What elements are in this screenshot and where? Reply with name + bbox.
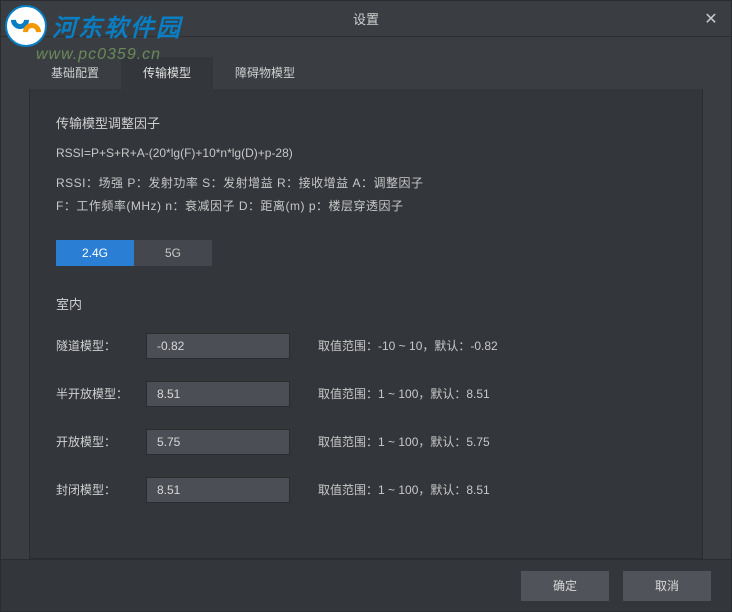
band-5g-button[interactable]: 5G — [134, 240, 212, 266]
tab-basic-config[interactable]: 基础配置 — [29, 57, 121, 89]
row-open-model: 开放模型： 取值范围：1 ~ 100，默认：5.75 — [56, 429, 676, 455]
input-open-model[interactable] — [146, 429, 290, 455]
dialog-footer: 确定 取消 — [1, 559, 731, 611]
input-tunnel-model[interactable] — [146, 333, 290, 359]
ok-button[interactable]: 确定 — [521, 571, 609, 601]
label-tunnel-model: 隧道模型： — [56, 337, 146, 354]
tabs: 基础配置 传输模型 障碍物模型 — [29, 57, 703, 89]
dialog-content: 基础配置 传输模型 障碍物模型 传输模型调整因子 RSSI=P+S+R+A-(2… — [1, 37, 731, 559]
band-toggle: 2.4G 5G — [56, 240, 676, 266]
tab-obstacle-model[interactable]: 障碍物模型 — [213, 57, 317, 89]
indoor-title: 室内 — [56, 294, 676, 313]
label-closed-model: 封闭模型： — [56, 481, 146, 498]
hint-closed-model: 取值范围：1 ~ 100，默认：8.51 — [318, 481, 490, 498]
close-button[interactable]: ✕ — [691, 1, 731, 37]
row-tunnel-model: 隧道模型： 取值范围：-10 ~ 10，默认：-0.82 — [56, 333, 676, 359]
rssi-formula: RSSI=P+S+R+A-(20*lg(F)+10*n*lg(D)+p-28) — [56, 146, 676, 160]
label-open-model: 开放模型： — [56, 433, 146, 450]
legend-line-2: F：工作频率(MHz) n：衰减因子 D：距离(m) p：楼层穿透因子 — [56, 195, 676, 218]
label-semi-open-model: 半开放模型： — [56, 385, 146, 402]
legend-line-1: RSSI：场强 P：发射功率 S：发射增益 R：接收增益 A：调整因子 — [56, 172, 676, 195]
tab-transmission-model[interactable]: 传输模型 — [121, 57, 213, 89]
input-semi-open-model[interactable] — [146, 381, 290, 407]
settings-dialog: 设置 ✕ 基础配置 传输模型 障碍物模型 传输模型调整因子 RSSI=P+S+R… — [0, 0, 732, 612]
row-closed-model: 封闭模型： 取值范围：1 ~ 100，默认：8.51 — [56, 477, 676, 503]
input-closed-model[interactable] — [146, 477, 290, 503]
titlebar: 设置 ✕ — [1, 1, 731, 37]
close-icon: ✕ — [704, 9, 717, 29]
band-2-4g-button[interactable]: 2.4G — [56, 240, 134, 266]
cancel-button[interactable]: 取消 — [623, 571, 711, 601]
hint-tunnel-model: 取值范围：-10 ~ 10，默认：-0.82 — [318, 337, 498, 354]
row-semi-open-model: 半开放模型： 取值范围：1 ~ 100，默认：8.51 — [56, 381, 676, 407]
hint-semi-open-model: 取值范围：1 ~ 100，默认：8.51 — [318, 385, 490, 402]
transmission-panel: 传输模型调整因子 RSSI=P+S+R+A-(20*lg(F)+10*n*lg(… — [29, 89, 703, 559]
dialog-title: 设置 — [353, 9, 379, 28]
hint-open-model: 取值范围：1 ~ 100，默认：5.75 — [318, 433, 490, 450]
section-title: 传输模型调整因子 — [56, 113, 676, 132]
